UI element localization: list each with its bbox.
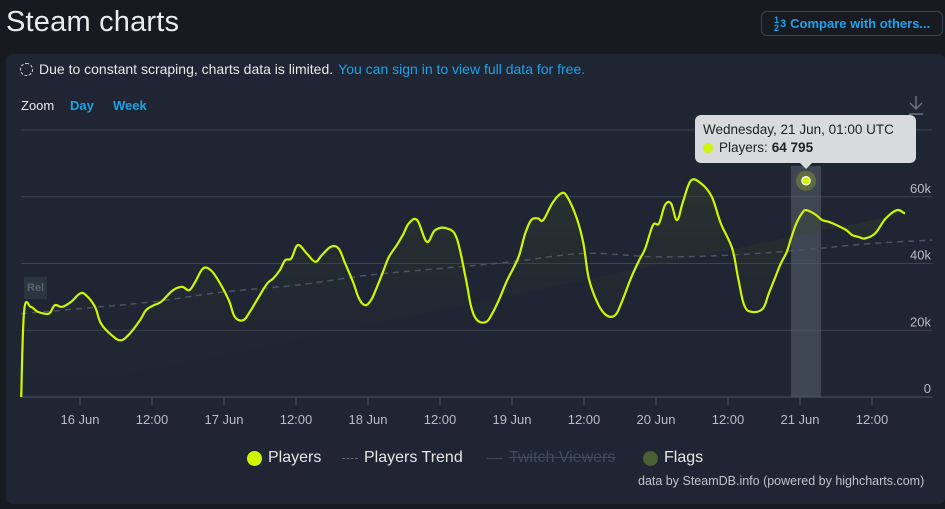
hover-highlight-band: [791, 166, 821, 397]
x-tick-label: 21 Jun: [780, 412, 819, 427]
legend-dot-icon: [643, 450, 658, 466]
x-tick-label: 19 Jun: [492, 412, 531, 427]
x-tick-label: 16 Jun: [60, 412, 99, 427]
legend-label: Players Trend: [364, 449, 463, 466]
legend-item-twitch-viewers[interactable]: Twitch Viewers: [487, 449, 615, 467]
tooltip-arrow: [800, 163, 812, 169]
legend-line-icon: [487, 457, 503, 459]
x-tick-label: 12:00: [856, 412, 889, 427]
tooltip-value: 64 795: [771, 140, 814, 155]
x-tick-label: 17 Jun: [204, 412, 243, 427]
x-tick-label: 12:00: [568, 412, 601, 427]
x-tick-label: 18 Jun: [348, 412, 387, 427]
legend-dot-icon: [247, 450, 262, 466]
y-tick-label: 0: [924, 381, 931, 396]
chart-tooltip: Wednesday, 21 Jun, 01:00 UTC Players: 64…: [695, 115, 916, 169]
legend-item-players-trend[interactable]: Players Trend: [342, 449, 463, 467]
y-tick-label: 20k: [910, 314, 931, 329]
chart-credit: data by SteamDB.info (powered by highcha…: [638, 474, 925, 488]
tooltip-series-label: Players:: [719, 140, 768, 155]
x-tick-label: 12:00: [136, 412, 169, 427]
players-dot-icon: [703, 142, 713, 153]
y-tick-label: 40k: [910, 248, 931, 263]
players-chart: 0 20k 40k 60k 16 Jun 12:00 17 Jun 12:00 18 Jun 12…: [20, 129, 933, 427]
legend-label: Players: [268, 449, 322, 466]
x-tick-label: 12:00: [424, 412, 457, 427]
legend-item-flags[interactable]: Flags: [643, 449, 703, 467]
highlight-point[interactable]: [801, 175, 811, 186]
x-tick-label: 12:00: [712, 412, 745, 427]
players-area: [21, 179, 905, 397]
flag-marker-rel[interactable]: Rel: [24, 277, 47, 299]
legend-dashed-line-icon: [342, 457, 358, 459]
legend-item-players[interactable]: Players: [247, 449, 321, 467]
x-tick-label: 20 Jun: [636, 412, 675, 427]
legend-label: Twitch Viewers: [509, 449, 616, 466]
x-tick-label: 12:00: [280, 412, 313, 427]
y-tick-label: 60k: [910, 181, 931, 196]
legend-label: Flags: [664, 449, 704, 466]
tooltip-date: Wednesday, 21 Jun, 01:00 UTC: [703, 122, 894, 137]
